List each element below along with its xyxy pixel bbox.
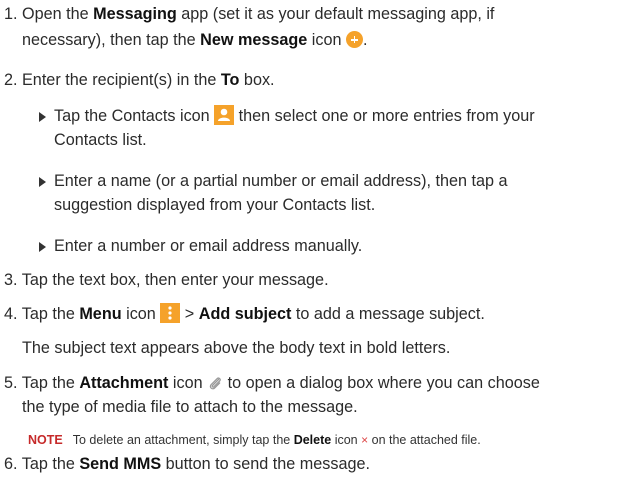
bullet-arrow-icon <box>39 177 46 187</box>
delete-label: Delete <box>293 433 332 447</box>
to-box-label: To <box>220 71 240 89</box>
step-2: 2. Enter the recipient(s) in the To box. <box>4 71 275 89</box>
new-message-icon <box>345 31 363 48</box>
step-number: 1. <box>4 5 18 23</box>
step-6: 6. Tap the Send MMS button to send the m… <box>4 455 370 473</box>
step-5-line-2: the type of media file to attach to the … <box>22 398 358 416</box>
step-4: 4. Tap the Menu icon > Add subject to ad… <box>4 303 485 323</box>
step-1-line-2: necessary), then tap the New message ico… <box>22 31 368 49</box>
step-number: 6. <box>4 455 18 473</box>
step-number: 5. <box>4 374 18 392</box>
menu-icon <box>160 303 181 323</box>
new-message-label: New message <box>200 31 308 49</box>
bullet-1-line-2: Contacts list. <box>54 131 147 149</box>
note: NOTE To delete an attachment, simply tap … <box>28 433 481 447</box>
step-number: 3. <box>4 271 18 289</box>
add-subject-label: Add subject <box>198 305 292 323</box>
bullet-2-line-1: Enter a name (or a partial number or ema… <box>54 172 508 190</box>
bullet-3: Enter a number or email address manually… <box>54 237 363 255</box>
contacts-icon <box>214 105 235 125</box>
step-1-line-1: 1. Open the Messaging app (set it as you… <box>4 5 495 23</box>
step-3: 3. Tap the text box, then enter your mes… <box>4 271 329 289</box>
bullet-arrow-icon <box>39 242 46 252</box>
bullet-2-line-2: suggestion displayed from your Contacts … <box>54 196 376 214</box>
menu-label: Menu <box>79 305 122 323</box>
step-4-subtext: The subject text appears above the body … <box>22 339 451 357</box>
step-number: 2. <box>4 71 18 89</box>
app-name-messaging: Messaging <box>93 5 177 23</box>
step-number: 4. <box>4 305 18 323</box>
attachment-label: Attachment <box>79 374 169 392</box>
send-mms-label: Send MMS <box>79 455 162 473</box>
bullet-arrow-icon <box>39 112 46 122</box>
step-5-line-1: 5. Tap the Attachment icon to open a dia… <box>4 371 540 398</box>
bullet-1-line-1: Tap the Contacts icon then select one or… <box>54 105 535 125</box>
note-label: NOTE <box>28 433 63 447</box>
